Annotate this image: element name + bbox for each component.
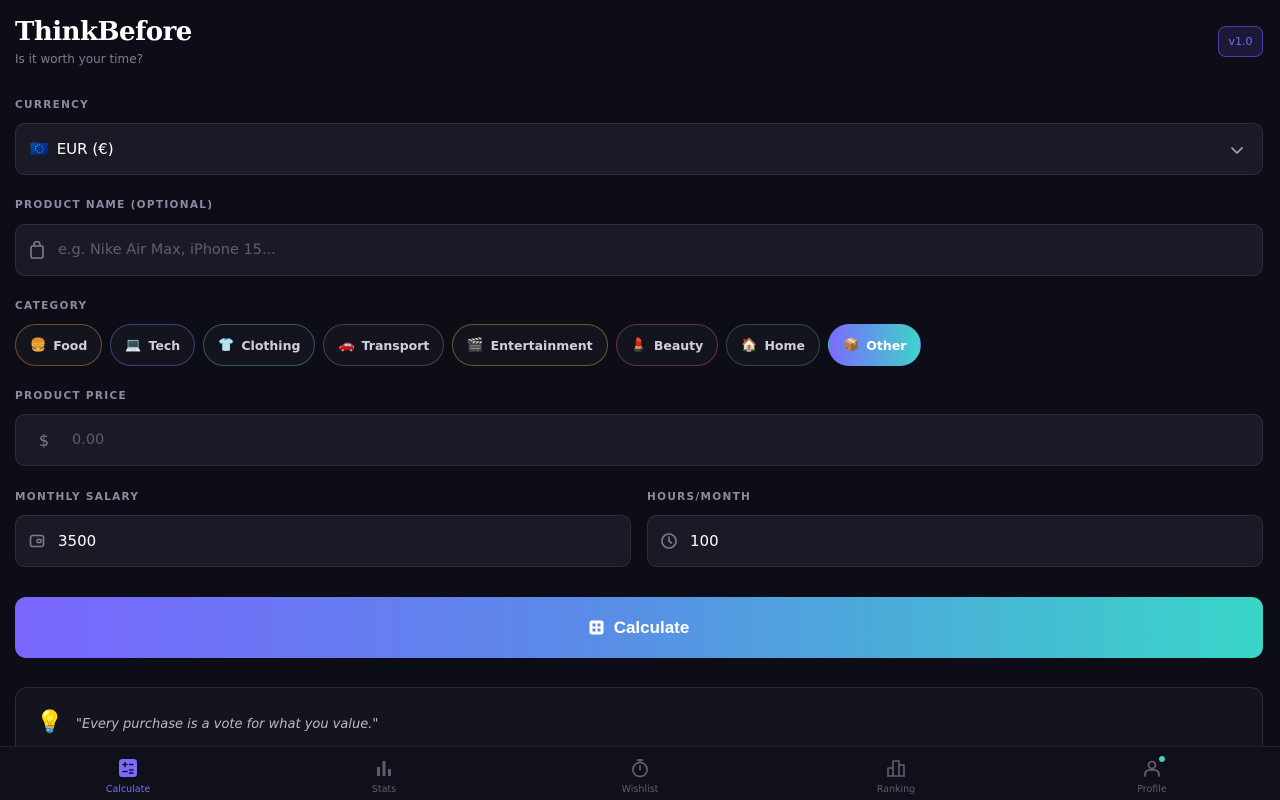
app: ThinkBefore Is it worth your time? v1.0 … <box>15 0 1263 746</box>
category-chip-tech[interactable]: 💻 Tech <box>110 324 196 366</box>
chip-label: Entertainment <box>490 337 593 353</box>
chip-label: Other <box>866 337 907 353</box>
calculate-label: Calculate <box>613 617 690 637</box>
notification-dot <box>1159 756 1165 762</box>
lightbulb-icon: 💡 <box>36 710 64 735</box>
price-field: $ <box>15 414 1263 466</box>
nav-item-stats[interactable]: Stats <box>256 747 512 800</box>
chevron-down-icon <box>1230 142 1244 161</box>
version-badge[interactable]: v1.0 <box>1218 26 1263 57</box>
app-title: ThinkBefore <box>15 17 192 47</box>
chip-label: Beauty <box>653 337 704 353</box>
salary-label: MONTHLY SALARY <box>15 491 140 503</box>
hours-value: 100 <box>690 532 719 550</box>
clock-icon <box>648 532 690 550</box>
header: ThinkBefore Is it worth your time? v1.0 <box>15 14 1263 74</box>
salary-field[interactable]: 3500 <box>15 515 631 567</box>
hours-label: HOURS/MONTH <box>647 491 752 503</box>
currency-label: CURRENCY <box>15 99 90 111</box>
price-input[interactable] <box>72 415 1262 465</box>
package-icon: 📦 <box>843 337 860 353</box>
car-icon: 🚗 <box>338 337 355 353</box>
house-icon: 🏠 <box>741 337 758 353</box>
calculator-icon <box>118 758 138 781</box>
lipstick-icon: 💄 <box>630 337 647 353</box>
calculate-button[interactable]: Calculate <box>15 597 1263 658</box>
category-chips: 🍔 Food 💻 Tech 👕 Clothing 🚗 Transport 🎬 Entert… <box>15 324 922 366</box>
user-icon <box>1142 758 1162 781</box>
nav-item-profile[interactable]: Profile <box>1024 747 1280 800</box>
category-label: CATEGORY <box>15 300 88 312</box>
bar-chart-icon <box>374 758 394 781</box>
nav-label: Wishlist <box>621 784 659 795</box>
nav-label: Ranking <box>876 784 916 795</box>
eu-flag-icon: 🇪🇺 <box>30 140 49 158</box>
laptop-icon: 💻 <box>125 337 142 353</box>
category-chip-food[interactable]: 🍔 Food <box>15 324 103 366</box>
nav-label: Profile <box>1137 784 1167 795</box>
chip-label: Clothing <box>241 337 301 353</box>
bottom-nav: Calculate Stats Wishlist Ranking Profile <box>0 746 1280 800</box>
hours-field[interactable]: 100 <box>647 515 1263 567</box>
price-label: PRODUCT PRICE <box>15 390 127 402</box>
burger-icon: 🍔 <box>30 337 47 353</box>
calculator-icon <box>589 620 604 635</box>
product-name-input[interactable] <box>58 225 1262 275</box>
chip-label: Food <box>53 337 88 353</box>
nav-item-ranking[interactable]: Ranking <box>768 747 1024 800</box>
category-chip-clothing[interactable]: 👕 Clothing <box>203 324 316 366</box>
chip-label: Transport <box>361 337 430 353</box>
tshirt-icon: 👕 <box>218 337 235 353</box>
shopping-bag-icon <box>16 241 58 259</box>
clapperboard-icon: 🎬 <box>467 337 484 353</box>
podium-icon <box>886 758 906 781</box>
quote-card: 💡 "Every purchase is a vote for what you… <box>15 687 1263 746</box>
currency-value: EUR (€) <box>56 140 114 158</box>
nav-item-wishlist[interactable]: Wishlist <box>512 747 768 800</box>
category-chip-beauty[interactable]: 💄 Beauty <box>615 324 719 366</box>
wallet-icon <box>16 533 58 549</box>
category-chip-transport[interactable]: 🚗 Transport <box>323 324 445 366</box>
nav-label: Stats <box>371 784 397 795</box>
nav-label: Calculate <box>105 784 151 795</box>
category-chip-home[interactable]: 🏠 Home <box>726 324 821 366</box>
chip-label: Home <box>764 337 806 353</box>
app-tagline: Is it worth your time? <box>15 52 143 66</box>
nav-item-calculate[interactable]: Calculate <box>0 747 256 800</box>
product-name-field <box>15 224 1263 276</box>
salary-value: 3500 <box>58 532 97 550</box>
product-name-label: PRODUCT NAME (OPTIONAL) <box>15 199 214 211</box>
chip-label: Tech <box>148 337 181 353</box>
dollar-icon: $ <box>38 430 50 450</box>
stopwatch-icon <box>630 758 650 781</box>
quote-text: "Every purchase is a vote for what you v… <box>76 717 379 732</box>
category-chip-other[interactable]: 📦 Other <box>828 324 922 366</box>
currency-select[interactable]: 🇪🇺 EUR (€) <box>15 123 1263 175</box>
category-chip-entertainment[interactable]: 🎬 Entertainment <box>452 324 608 366</box>
